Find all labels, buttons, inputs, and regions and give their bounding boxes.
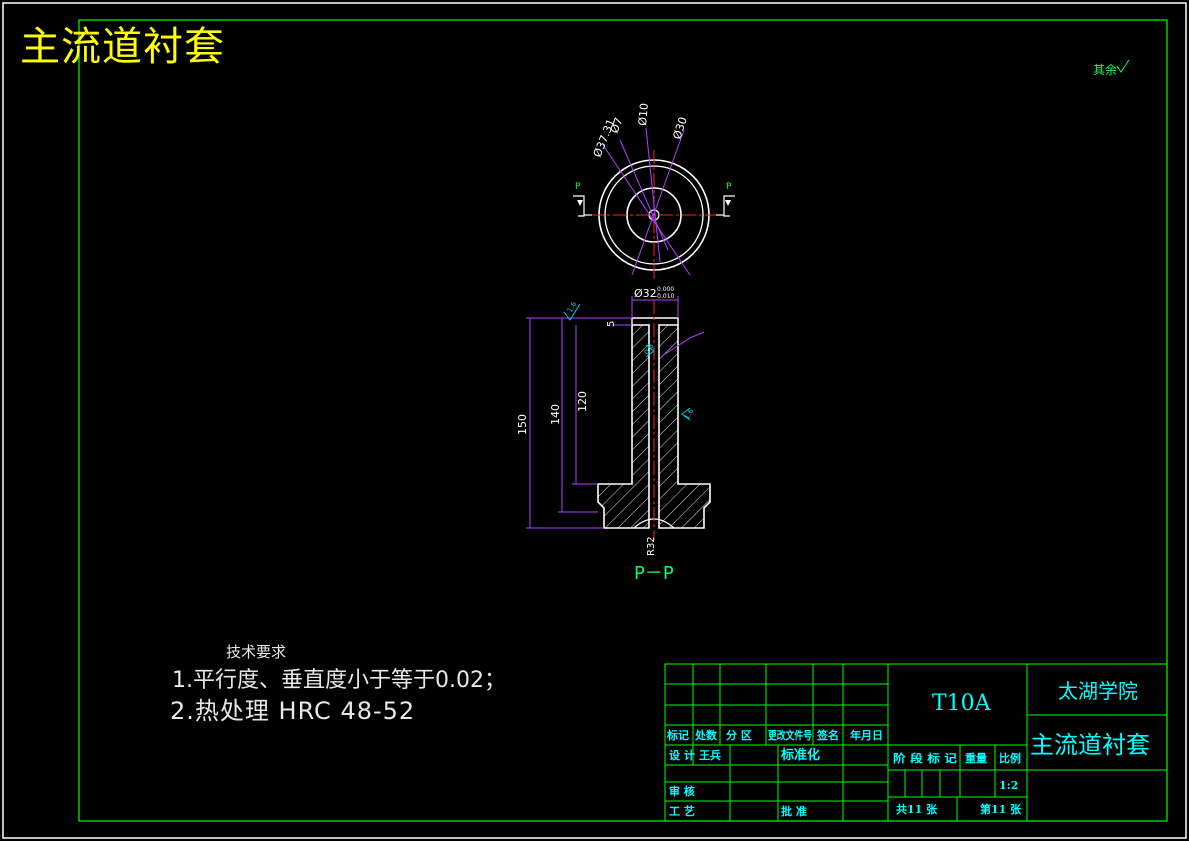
- tb-design-label: 设 计: [669, 748, 695, 762]
- dim-120: 120: [572, 325, 598, 485]
- roughness-side-value: 1.6: [683, 407, 696, 421]
- cut-arrow-right: [723, 195, 735, 217]
- tb-review-label: 审 核: [669, 784, 695, 798]
- tech-requirement-1: 1.平行度、垂直度小于等于0.02；: [172, 668, 506, 693]
- dim-140-text: 140: [549, 404, 562, 425]
- dim-150-text: 150: [516, 414, 529, 435]
- tb-scale: 1:2: [999, 779, 1018, 792]
- tb-school: 太湖学院: [1058, 679, 1138, 703]
- tb-header-3: 更改文件号: [768, 728, 812, 742]
- tech-requirement-2: 2.热处理 HRC 48-52: [170, 697, 416, 725]
- roughness-rest-note: 其余: [1093, 59, 1130, 77]
- section-view: 150 140 120 5 Ø32 0.000 -0.010 R32 1.6 0…: [516, 286, 711, 584]
- dim-140: 140: [549, 318, 598, 513]
- tb-material: T10A: [932, 691, 992, 716]
- tb-stage-label: 阶 段 标 记: [893, 751, 957, 765]
- dim-r32-text: R32: [646, 536, 657, 556]
- tb-header-1: 处数: [694, 728, 718, 742]
- tb-weight-label: 重量: [965, 751, 987, 765]
- dim-120-text: 120: [576, 391, 589, 412]
- dim-d32-text: Ø32: [634, 287, 657, 300]
- cut-arrowhead-right-icon: [725, 200, 731, 206]
- cut-marker-left: P: [573, 182, 592, 217]
- hatch-right: [658, 324, 711, 529]
- tb-approve-label: 批 准: [781, 804, 807, 818]
- roughness-top-value: 1.6: [566, 300, 579, 314]
- roughness-rest-label: 其余: [1093, 62, 1117, 77]
- tb-part-name: 主流道衬套: [1030, 731, 1150, 759]
- dim-d32-lower: -0.010: [655, 293, 675, 300]
- roughness-side: 1.6: [681, 407, 696, 421]
- tb-header-0: 标记: [666, 728, 689, 742]
- cut-arrow-left: [573, 195, 585, 217]
- cut-label-left: P: [575, 182, 581, 192]
- hatch-left: [597, 324, 650, 529]
- dim-5-text: 5: [606, 321, 617, 327]
- tb-total-sheets: 共11 张: [896, 802, 938, 816]
- tech-requirements-title: 技术要求: [226, 643, 287, 661]
- tb-process-label: 工 艺: [669, 804, 695, 818]
- dim-d32: Ø32 0.000 -0.010: [631, 286, 679, 318]
- cut-marker-right: P: [716, 182, 735, 217]
- tb-header-5: 年月日: [850, 728, 883, 742]
- dim-d30: Ø30: [670, 115, 689, 141]
- dim-d7: Ø7: [608, 116, 626, 135]
- drawing-title: 主流道衬套: [20, 24, 225, 70]
- tb-header-2: 分 区: [726, 728, 752, 742]
- section-label: P－P: [634, 563, 674, 584]
- tb-scale-label: 比例: [999, 751, 1021, 765]
- dim-5: 5: [606, 317, 632, 327]
- top-flange: [631, 317, 679, 325]
- cut-arrowhead-left-icon: [577, 200, 583, 206]
- top-view: Ø37.31 Ø7 Ø10 Ø30 P P: [573, 103, 735, 280]
- leader-30: [631, 129, 685, 276]
- dim-d32-upper: 0.000: [657, 286, 674, 293]
- tb-designer: 王兵: [699, 748, 721, 762]
- cut-label-right: P: [726, 182, 732, 192]
- dim-d10: Ø10: [636, 103, 651, 127]
- tb-standard-label: 标准化: [780, 747, 820, 763]
- roughness-top: 1.6: [563, 300, 581, 321]
- tb-header-4: 签名: [816, 728, 839, 742]
- tb-sheet-no: 第11 张: [980, 802, 1022, 816]
- roughness-symbol-icon: [1116, 59, 1130, 73]
